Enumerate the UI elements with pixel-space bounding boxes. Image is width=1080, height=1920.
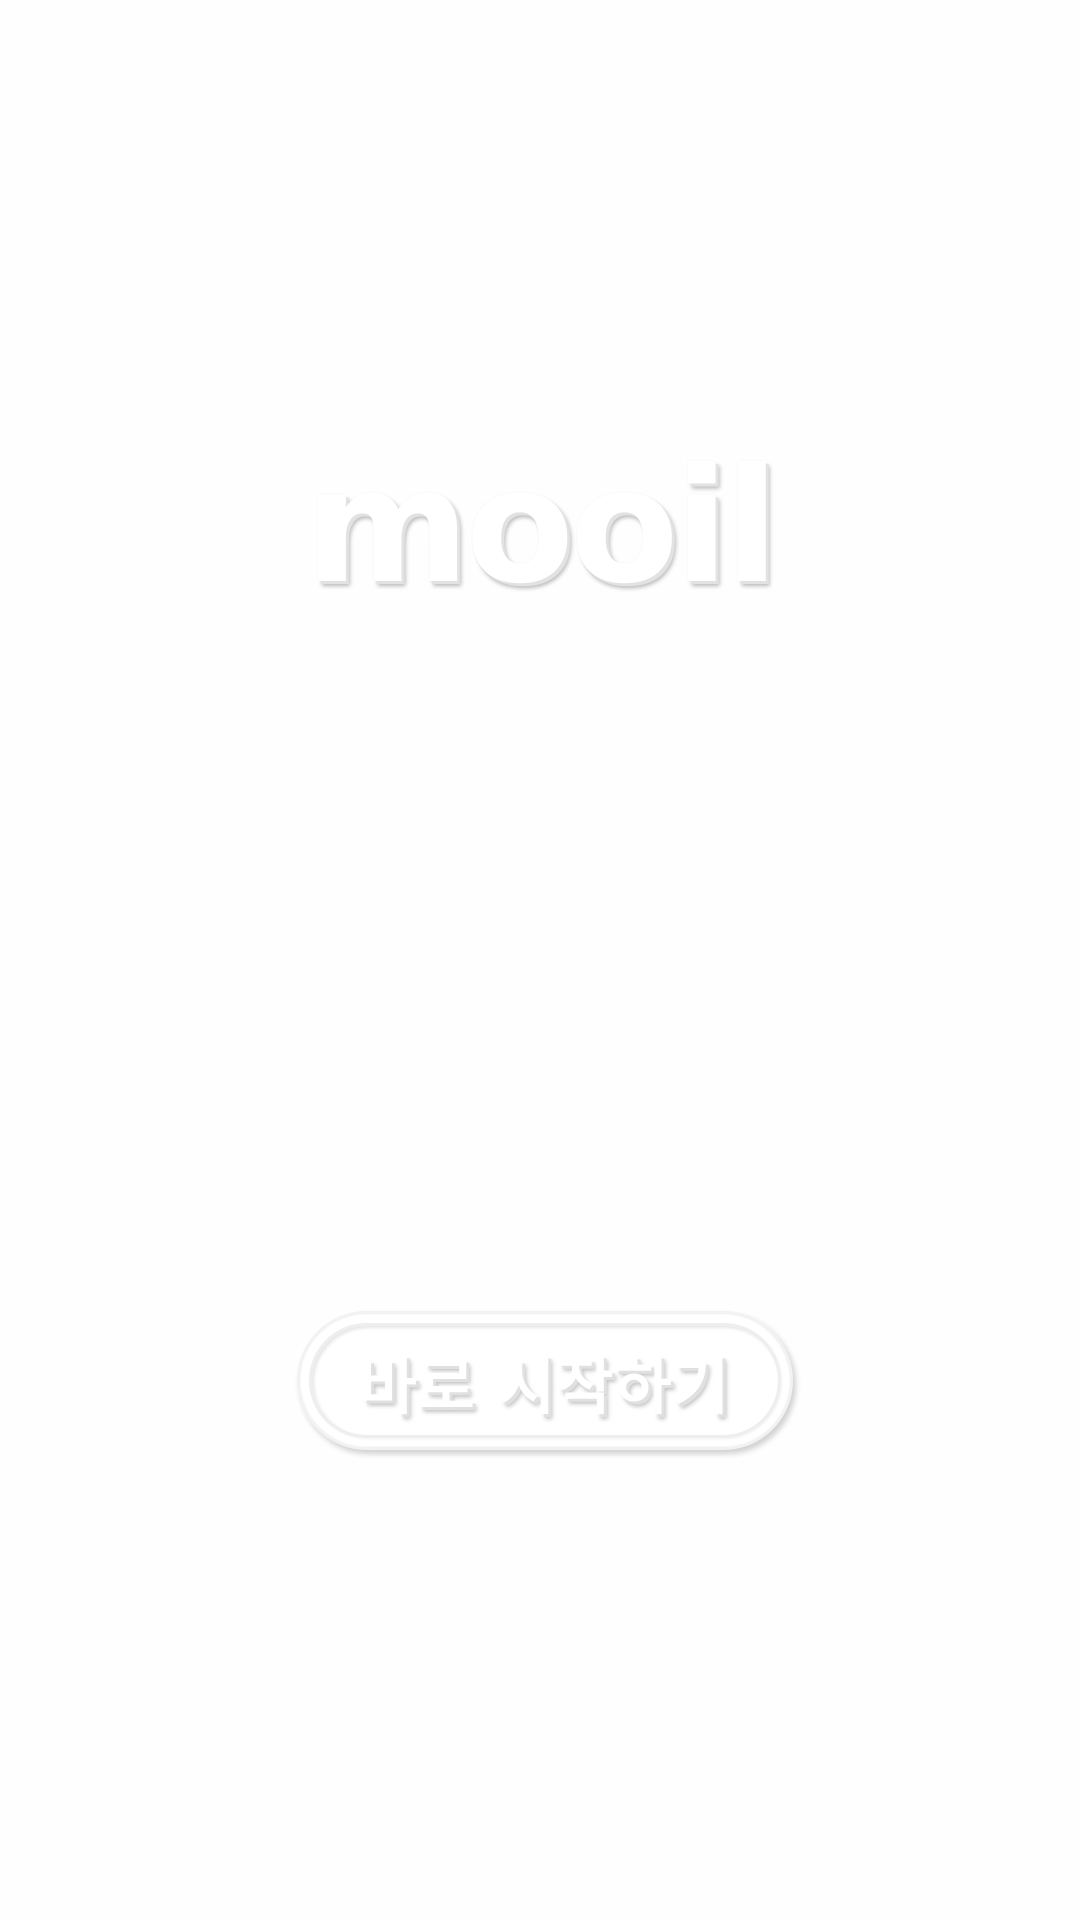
- start-now-button[interactable]: 바로 시작하기: [297, 1311, 793, 1450]
- app-logo: mooil: [304, 435, 779, 619]
- splash-screen: mooil 바로 시작하기: [0, 0, 1080, 1920]
- start-button-label: 바로 시작하기: [359, 1349, 731, 1423]
